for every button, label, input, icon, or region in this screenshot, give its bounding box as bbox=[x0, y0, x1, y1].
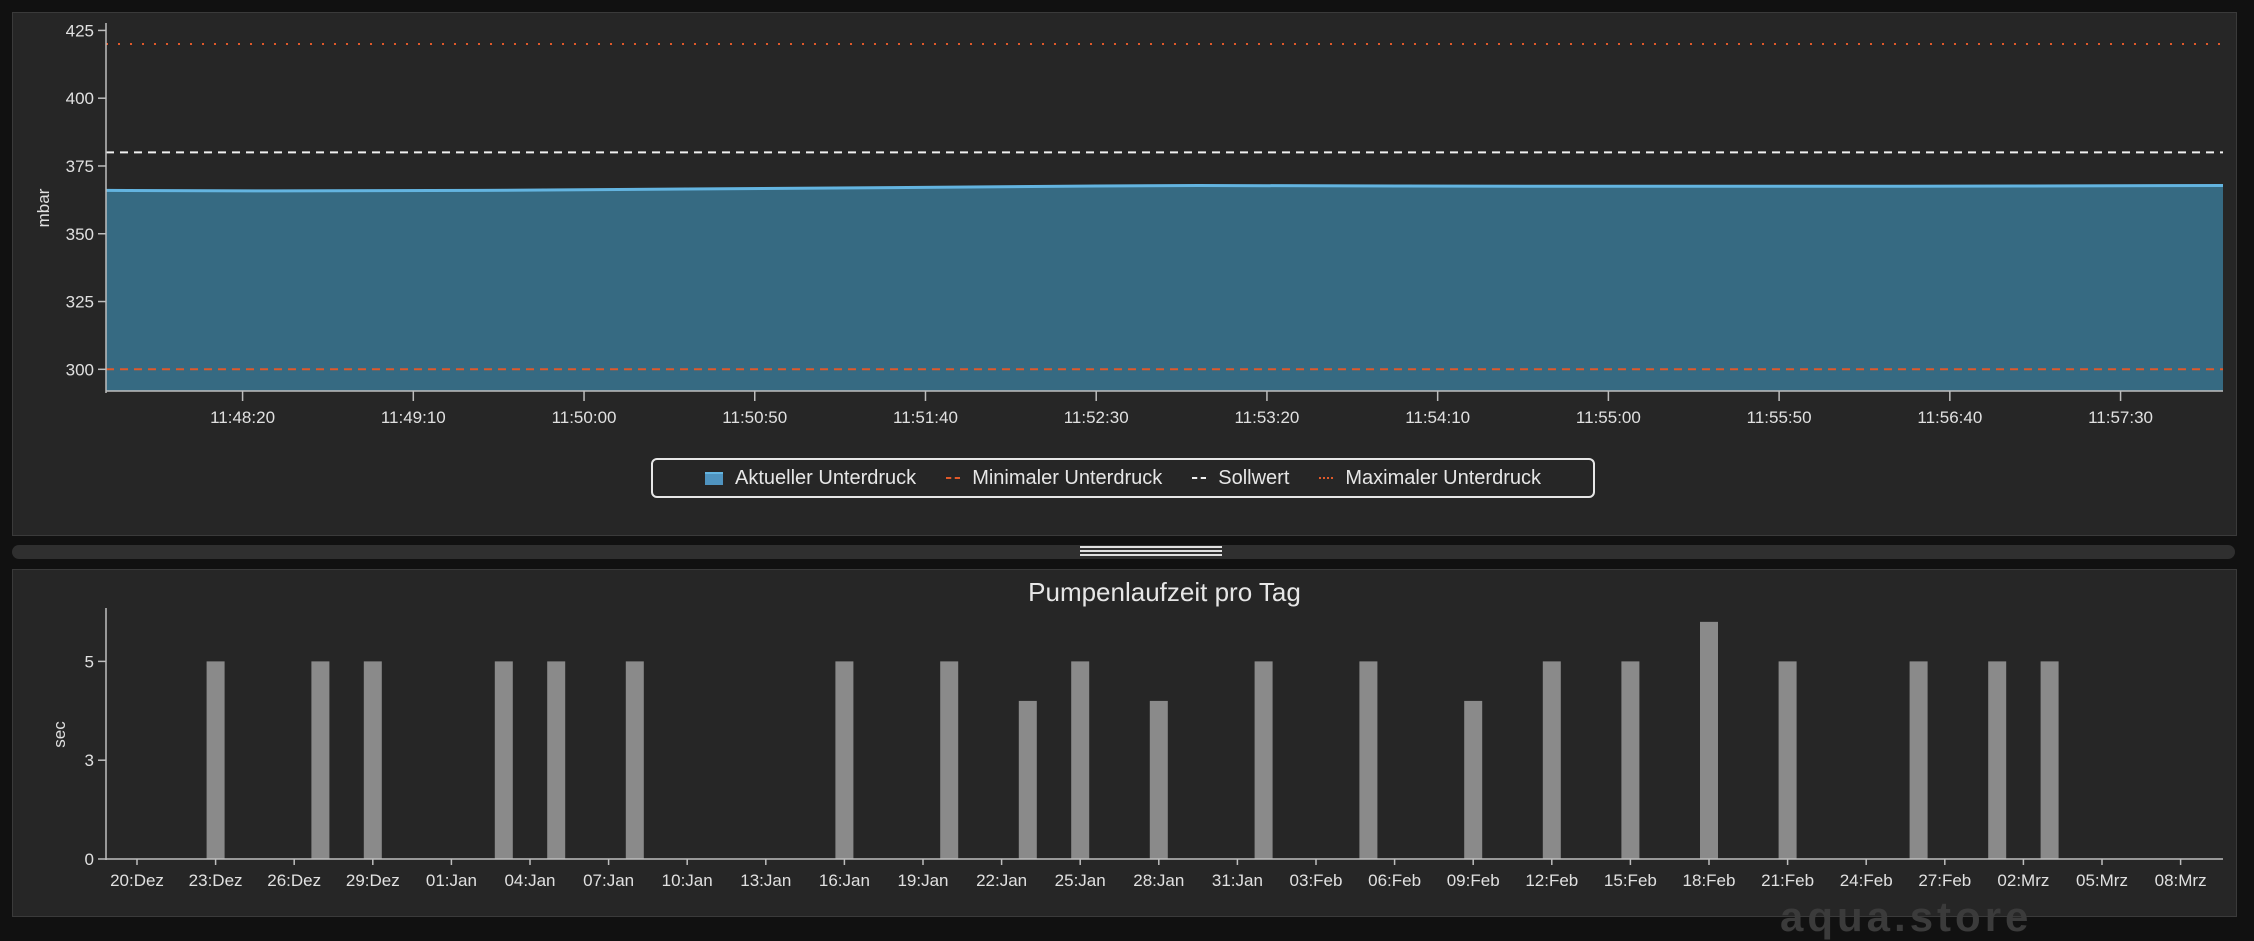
y-tick-label: 3 bbox=[85, 751, 94, 770]
runtime-bar bbox=[1542, 661, 1561, 859]
runtime-bar bbox=[206, 661, 225, 859]
x-tick-label: 02:Mrz bbox=[1997, 871, 2049, 890]
runtime-bar bbox=[1988, 661, 2007, 859]
pressure-chart: 300 325 350 375 400 425 11:48:20 11:49:10 11:50:… bbox=[34, 21, 2224, 427]
x-tick-label: 22:Jan bbox=[976, 871, 1027, 890]
runtime-bar bbox=[1359, 661, 1378, 859]
pump-runtime-chart-panel: Pumpenlaufzeit pro Tag 0 3 5 20:Dez 23:Dez 26:… bbox=[12, 569, 2237, 917]
x-tick-label: 11:56:40 bbox=[1917, 408, 1982, 427]
runtime-bar bbox=[1909, 661, 1928, 859]
y-tick-label: 400 bbox=[66, 89, 94, 108]
runtime-bar bbox=[363, 661, 382, 859]
legend-label: Minimaler Unterdruck bbox=[972, 466, 1163, 489]
dashed-line-icon bbox=[1192, 477, 1207, 479]
area-swatch-icon bbox=[705, 471, 723, 485]
runtime-bar bbox=[625, 661, 644, 859]
pressure-chart-panel: 300 325 350 375 400 425 11:48:20 11:49:10 11:50:… bbox=[12, 12, 2237, 536]
y-tick-label: 0 bbox=[85, 850, 94, 869]
runtime-bar bbox=[1778, 661, 1797, 859]
x-tick-label: 11:57:30 bbox=[2088, 408, 2153, 427]
x-tick-label: 23:Dez bbox=[189, 871, 243, 890]
dashed-line-icon bbox=[946, 477, 961, 479]
legend-item-min-pressure[interactable]: Minimaler Unterdruck bbox=[946, 467, 1162, 490]
runtime-bar bbox=[2040, 661, 2059, 859]
pump-runtime-chart: Pumpenlaufzeit pro Tag 0 3 5 20:Dez 23:Dez 26:… bbox=[50, 577, 2223, 890]
runtime-bar bbox=[311, 661, 330, 859]
x-tick-label: 25:Jan bbox=[1055, 871, 1106, 890]
runtime-bar bbox=[1149, 700, 1168, 859]
x-tick-label: 09:Feb bbox=[1447, 871, 1500, 890]
x-tick-label: 26:Dez bbox=[267, 871, 321, 890]
splitter-grip-icon[interactable] bbox=[1080, 546, 1222, 557]
x-tick-label: 11:48:20 bbox=[210, 408, 275, 427]
x-tick-label: 11:50:00 bbox=[552, 408, 617, 427]
x-tick-label: 05:Mrz bbox=[2076, 871, 2128, 890]
x-tick-label: 31:Jan bbox=[1212, 871, 1263, 890]
legend-item-max-pressure[interactable]: Maximaler Unterdruck bbox=[1319, 467, 1541, 490]
y-tick-label: 375 bbox=[66, 157, 94, 176]
watermark: aqua.store bbox=[1780, 893, 2033, 940]
x-tick-label: 13:Jan bbox=[740, 871, 791, 890]
legend-label: Sollwert bbox=[1218, 466, 1290, 489]
x-tick-label: 11:54:10 bbox=[1405, 408, 1470, 427]
y-tick-label: 325 bbox=[66, 293, 94, 312]
y-tick-label: 300 bbox=[66, 360, 94, 379]
x-tick-label: 03:Feb bbox=[1290, 871, 1343, 890]
legend-label: Aktueller Unterdruck bbox=[735, 466, 917, 489]
x-tick-label: 01:Jan bbox=[426, 871, 477, 890]
y-tick-label: 425 bbox=[66, 21, 94, 40]
x-tick-label: 20:Dez bbox=[110, 871, 164, 890]
x-tick-label: 11:50:50 bbox=[722, 408, 787, 427]
runtime-bar bbox=[494, 661, 513, 859]
chart-title: Pumpenlaufzeit pro Tag bbox=[1028, 577, 1301, 607]
x-tick-label: 12:Feb bbox=[1525, 871, 1578, 890]
x-tick-label: 11:55:00 bbox=[1576, 408, 1641, 427]
x-tick-label: 11:53:20 bbox=[1234, 408, 1299, 427]
x-tick-label: 28:Jan bbox=[1133, 871, 1184, 890]
x-tick-label: 08:Mrz bbox=[2155, 871, 2207, 890]
x-tick-label: 16:Jan bbox=[819, 871, 870, 890]
x-tick-label: 10:Jan bbox=[662, 871, 713, 890]
x-tick-label: 27:Feb bbox=[1918, 871, 1971, 890]
x-tick-label: 15:Feb bbox=[1604, 871, 1657, 890]
x-tick-label: 07:Jan bbox=[583, 871, 634, 890]
y-axis-label: sec bbox=[50, 721, 69, 748]
runtime-bar bbox=[1464, 700, 1483, 859]
y-tick-label: 350 bbox=[66, 225, 94, 244]
runtime-bar bbox=[1254, 661, 1273, 859]
dotted-line-icon bbox=[1319, 477, 1334, 479]
runtime-bar bbox=[1018, 700, 1037, 859]
x-tick-label: 11:55:50 bbox=[1747, 408, 1812, 427]
legend-item-current-pressure[interactable]: Aktueller Unterdruck bbox=[705, 467, 916, 490]
runtime-bar bbox=[1621, 661, 1640, 859]
x-tick-label: 19:Jan bbox=[897, 871, 948, 890]
panel-splitter[interactable] bbox=[12, 545, 2235, 559]
x-tick-label: 04:Jan bbox=[504, 871, 555, 890]
runtime-bar bbox=[835, 661, 854, 859]
x-tick-label: 18:Feb bbox=[1683, 871, 1736, 890]
runtime-bar bbox=[1071, 661, 1090, 859]
x-tick-label: 29:Dez bbox=[346, 871, 400, 890]
y-tick-label: 5 bbox=[85, 652, 94, 671]
pressure-area bbox=[106, 185, 2223, 391]
x-tick-label: 06:Feb bbox=[1368, 871, 1421, 890]
x-tick-label: 21:Feb bbox=[1761, 871, 1814, 890]
legend-item-setpoint[interactable]: Sollwert bbox=[1192, 467, 1289, 490]
x-tick-label: 24:Feb bbox=[1840, 871, 1893, 890]
runtime-bar bbox=[1700, 621, 1718, 859]
legend-label: Maximaler Unterdruck bbox=[1345, 466, 1541, 489]
x-tick-label: 11:51:40 bbox=[893, 408, 958, 427]
chart-legend: Aktueller Unterdruck Minimaler Unterdruc… bbox=[651, 458, 1595, 498]
x-tick-label: 11:52:30 bbox=[1064, 408, 1129, 427]
runtime-bar bbox=[547, 661, 566, 859]
y-axis-label: mbar bbox=[34, 188, 53, 227]
x-tick-label: 11:49:10 bbox=[381, 408, 446, 427]
runtime-bar bbox=[940, 661, 959, 859]
